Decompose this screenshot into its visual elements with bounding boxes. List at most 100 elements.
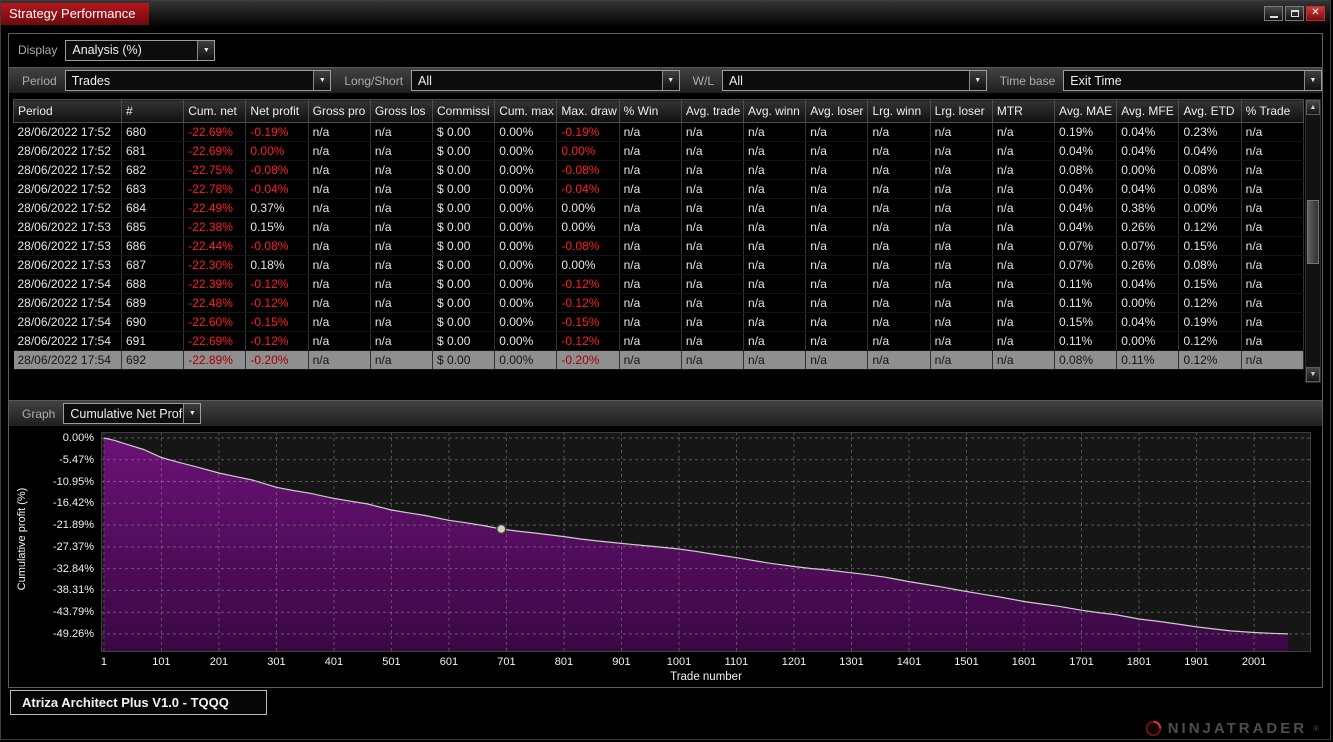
table-cell: 0.04% [1116, 141, 1180, 161]
table-cell: n/a [681, 312, 745, 332]
column-header[interactable]: Avg. ETD [1178, 99, 1242, 123]
period-dropdown[interactable]: Trades ▼ [64, 70, 332, 91]
table-row[interactable]: 28/06/2022 17:52 682 -22.75% -0.08% n/a n/a $ … [13, 160, 1304, 180]
table-cell: n/a [743, 236, 807, 256]
y-tick-label: -43.79% [53, 606, 94, 619]
table-cell: -22.48% [183, 293, 247, 313]
table-cell: n/a [867, 350, 931, 370]
x-tick-label: 1701 [1069, 656, 1094, 668]
y-tick-label: -5.47% [59, 453, 94, 466]
table-cell: n/a [1241, 293, 1304, 313]
table-cell: -0.08% [245, 160, 309, 180]
minimize-button[interactable] [1264, 5, 1283, 21]
table-row[interactable]: 28/06/2022 17:52 681 -22.69% 0.00% n/a n/a $ 0… [13, 141, 1304, 161]
table-cell: n/a [992, 331, 1056, 351]
column-header[interactable]: Gross los [369, 99, 434, 123]
table-cell: -0.20% [245, 350, 309, 370]
table-cell: n/a [619, 274, 682, 294]
table-cell: 28/06/2022 17:53 [13, 236, 122, 256]
table-row[interactable]: 28/06/2022 17:53 685 -22.38% 0.15% n/a n/a $ 0… [13, 217, 1304, 237]
maximize-button[interactable] [1285, 5, 1304, 21]
column-header[interactable]: Commissi [432, 99, 496, 123]
wl-dropdown[interactable]: All ▼ [722, 70, 987, 91]
table-row[interactable]: 28/06/2022 17:52 683 -22.78% -0.04% n/a n/a $ … [13, 179, 1304, 199]
table-row[interactable]: 28/06/2022 17:53 686 -22.44% -0.08% n/a n/a $ … [13, 236, 1304, 256]
table-scrollbar[interactable]: ▲ ▼ [1305, 99, 1321, 383]
table-cell: n/a [681, 274, 745, 294]
table-cell: $ 0.00 [432, 179, 496, 199]
table-cell: 691 [121, 331, 185, 351]
table-row[interactable]: 28/06/2022 17:54 690 -22.60% -0.15% n/a n/a $ … [13, 312, 1304, 332]
table-cell: n/a [681, 236, 745, 256]
x-tick-label: 1 [100, 656, 107, 668]
column-header[interactable]: Avg. trade [680, 99, 745, 123]
display-dropdown[interactable]: Analysis (%) ▼ [65, 39, 216, 61]
x-tick-label: 401 [324, 656, 344, 668]
column-header[interactable]: Max. draw [556, 99, 620, 123]
table-cell: 28/06/2022 17:52 [13, 122, 122, 142]
table-cell: 0.00% [494, 198, 558, 218]
table-cell: n/a [743, 179, 807, 199]
column-header[interactable]: % Trade [1240, 99, 1304, 123]
table-cell: $ 0.00 [432, 217, 496, 237]
table-row[interactable]: 28/06/2022 17:54 692 -22.89% -0.20% n/a n/a $ … [13, 350, 1304, 370]
column-header[interactable]: % Win [618, 99, 682, 123]
table-cell: n/a [867, 312, 931, 332]
column-header[interactable]: Cum. net [183, 99, 247, 123]
column-header[interactable]: Avg. loser [805, 99, 869, 123]
chart-plot-area [101, 432, 1311, 652]
table-cell: 0.00% [494, 350, 558, 370]
table-row[interactable]: 28/06/2022 17:52 684 -22.49% 0.37% n/a n/a $ 0… [13, 198, 1304, 218]
scrollbar-thumb[interactable] [1307, 200, 1319, 264]
column-header[interactable]: Gross pro [307, 99, 371, 123]
table-cell: n/a [619, 198, 682, 218]
scroll-down-button[interactable]: ▼ [1306, 367, 1320, 382]
table-cell: n/a [930, 274, 993, 294]
graph-dropdown[interactable]: Cumulative Net Profit ▼ [63, 403, 202, 424]
title-bar[interactable]: Strategy Performance ✕ [1, 1, 1330, 25]
table-cell: -0.12% [556, 331, 620, 351]
column-header[interactable]: Avg. MAE [1054, 99, 1118, 123]
table-cell: n/a [867, 122, 931, 142]
close-button[interactable]: ✕ [1306, 5, 1325, 21]
table-cell: n/a [992, 293, 1056, 313]
table-cell: -0.12% [245, 293, 309, 313]
table-cell: 0.04% [1054, 141, 1118, 161]
strategy-tab[interactable]: Atriza Architect Plus V1.0 - TQQQ [10, 690, 267, 715]
column-header[interactable]: Net profit [245, 99, 309, 123]
chart-marker[interactable] [496, 523, 507, 535]
column-header[interactable]: # [120, 99, 185, 123]
table-row[interactable]: 28/06/2022 17:53 687 -22.30% 0.18% n/a n/a $ 0… [13, 255, 1304, 275]
y-tick-label: -16.42% [53, 497, 94, 510]
table-cell: n/a [370, 293, 434, 313]
window-title: Strategy Performance [1, 2, 150, 25]
table-cell: 28/06/2022 17:52 [13, 198, 122, 218]
column-header[interactable]: Avg. winn [743, 99, 807, 123]
table-row[interactable]: 28/06/2022 17:52 680 -22.69% -0.19% n/a n/a $ … [13, 122, 1304, 142]
table-cell: n/a [867, 179, 931, 199]
table-cell: -22.60% [183, 312, 247, 332]
long-short-dropdown[interactable]: All ▼ [411, 70, 680, 91]
column-header[interactable]: Lrg. loser [929, 99, 993, 123]
column-header[interactable]: MTR [991, 99, 1056, 123]
table-cell: n/a [370, 198, 434, 218]
table-cell: 0.00% [556, 217, 620, 237]
table-header-row: Period # Cum. net Net profit Gross pro Gross … [13, 99, 1304, 123]
column-header[interactable]: Lrg. winn [867, 99, 931, 123]
table-cell: n/a [619, 293, 682, 313]
table-cell: n/a [619, 160, 682, 180]
y-axis-labels: 0.00% -5.47% -10.95% -16.42% -21.89% -27.37% -… [37, 432, 97, 652]
scroll-up-button[interactable]: ▲ [1306, 100, 1320, 115]
table-cell: 0.00% [494, 179, 558, 199]
table-cell: 0.07% [1116, 236, 1180, 256]
column-header[interactable]: Cum. max [494, 99, 558, 123]
table-row[interactable]: 28/06/2022 17:54 691 -22.69% -0.12% n/a n/a $ … [13, 331, 1304, 351]
column-header[interactable]: Period [13, 99, 122, 123]
table-cell: n/a [1241, 255, 1304, 275]
column-header[interactable]: Avg. MFE [1116, 99, 1180, 123]
table-cell: n/a [867, 274, 931, 294]
time-base-dropdown[interactable]: Exit Time ▼ [1063, 70, 1323, 91]
table-cell: -0.20% [556, 350, 620, 370]
table-row[interactable]: 28/06/2022 17:54 689 -22.48% -0.12% n/a n/a $ … [13, 293, 1304, 313]
table-row[interactable]: 28/06/2022 17:54 688 -22.39% -0.12% n/a n/a $ … [13, 274, 1304, 294]
